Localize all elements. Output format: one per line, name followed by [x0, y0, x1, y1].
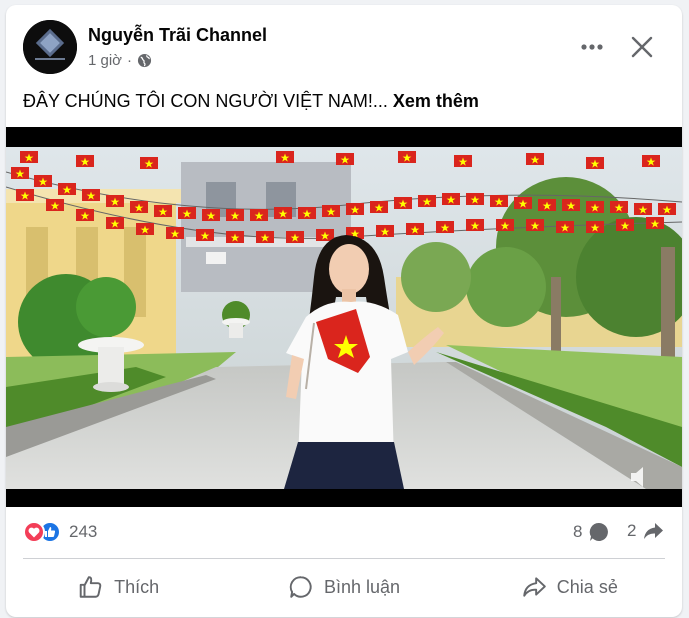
post-meta: 1 giờ · — [88, 52, 152, 69]
post-stats: 243 8 2 — [6, 517, 682, 551]
more-options-button[interactable] — [574, 29, 610, 65]
reactions-summary[interactable]: 243 — [23, 521, 97, 543]
like-label: Thích — [114, 576, 160, 597]
speaker-muted-icon — [631, 467, 643, 487]
caption-text: ĐÂY CHÚNG TÔI CON NGƯỜI VIỆT NAM!... — [23, 91, 388, 111]
close-button[interactable] — [622, 27, 662, 67]
comment-icon — [289, 576, 312, 598]
post-header: Nguyễn Trãi Channel 1 giờ · — [6, 5, 682, 85]
video-player[interactable] — [6, 127, 682, 507]
stats-divider — [23, 558, 665, 559]
love-reaction-icon — [23, 521, 45, 543]
share-arrow-icon — [644, 523, 664, 539]
comments-count-link[interactable]: 8 — [573, 521, 610, 543]
mute-button[interactable] — [626, 462, 656, 492]
post-card: Nguyễn Trãi Channel 1 giờ · ĐÂY CHÚNG TÔ… — [6, 5, 682, 617]
share-label: Chia sẻ — [556, 576, 618, 597]
share-button[interactable]: Chia sẻ — [457, 563, 682, 611]
page-name-link[interactable]: Nguyễn Trãi Channel — [88, 25, 267, 46]
comments-count: 8 — [573, 522, 583, 541]
channel-logo-icon — [23, 20, 77, 74]
like-button[interactable]: Thích — [6, 563, 231, 611]
meta-separator: · — [127, 52, 133, 69]
comment-bubble-icon — [590, 522, 609, 541]
thumbs-up-icon — [79, 576, 102, 598]
share-icon — [523, 577, 546, 597]
action-bar: Thích Bình luận Chia sẻ — [6, 563, 682, 611]
see-more-link[interactable]: Xem thêm — [393, 91, 479, 111]
video-frame — [6, 127, 682, 507]
globe-icon[interactable] — [137, 53, 152, 68]
post-caption: ĐÂY CHÚNG TÔI CON NGƯỜI VIỆT NAM!... Xem… — [23, 91, 479, 112]
comment-button[interactable]: Bình luận — [231, 563, 456, 611]
comment-label: Bình luận — [323, 576, 401, 597]
reactions-count: 243 — [69, 522, 98, 541]
more-dots-icon — [581, 44, 603, 50]
post-time[interactable]: 1 giờ — [88, 52, 122, 69]
page-avatar[interactable] — [23, 20, 77, 74]
close-icon — [631, 36, 653, 58]
shares-count: 2 — [627, 521, 637, 540]
shares-count-link[interactable]: 2 — [627, 521, 664, 541]
